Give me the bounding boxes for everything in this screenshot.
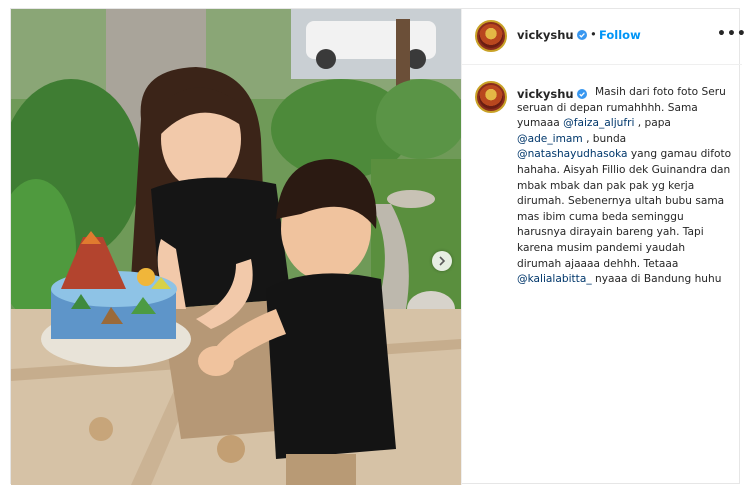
mention-link[interactable]: @natashayudhasoka: [517, 148, 628, 160]
caption-segment: , bunda: [582, 132, 627, 145]
mention-link[interactable]: @kalialabitta_: [517, 273, 592, 285]
next-photo-button[interactable]: [432, 251, 452, 271]
header-username[interactable]: vickyshu: [517, 28, 574, 42]
more-options-button[interactable]: •••: [717, 26, 745, 42]
mention-link[interactable]: @ade_imam: [517, 133, 583, 145]
caption-segment: nyaaa di Bandung huhu: [591, 273, 722, 286]
mention-link[interactable]: @faiza_aljufri: [563, 117, 634, 129]
verified-badge-icon: [577, 30, 587, 40]
caption-segment: yang gamau difoto hahaha. Aisyah Fillio …: [517, 148, 732, 270]
separator-dot: •: [590, 27, 597, 41]
post-details-panel: vickyshu • Follow ••• vickyshu Masih dar…: [461, 9, 745, 485]
follow-button[interactable]: Follow: [599, 28, 641, 42]
post-photo-illustration: [11, 9, 461, 485]
caption-segment: , papa: [634, 117, 671, 130]
avatar[interactable]: [475, 20, 507, 52]
caption-text: Masih dari foto foto Seru seruan di depa…: [517, 85, 732, 288]
chevron-right-icon: [439, 256, 446, 266]
instagram-post: vickyshu • Follow ••• vickyshu Masih dar…: [10, 8, 745, 485]
post-header: vickyshu • Follow •••: [462, 9, 745, 65]
post-photo[interactable]: [11, 9, 461, 485]
caption-avatar[interactable]: [475, 81, 507, 113]
